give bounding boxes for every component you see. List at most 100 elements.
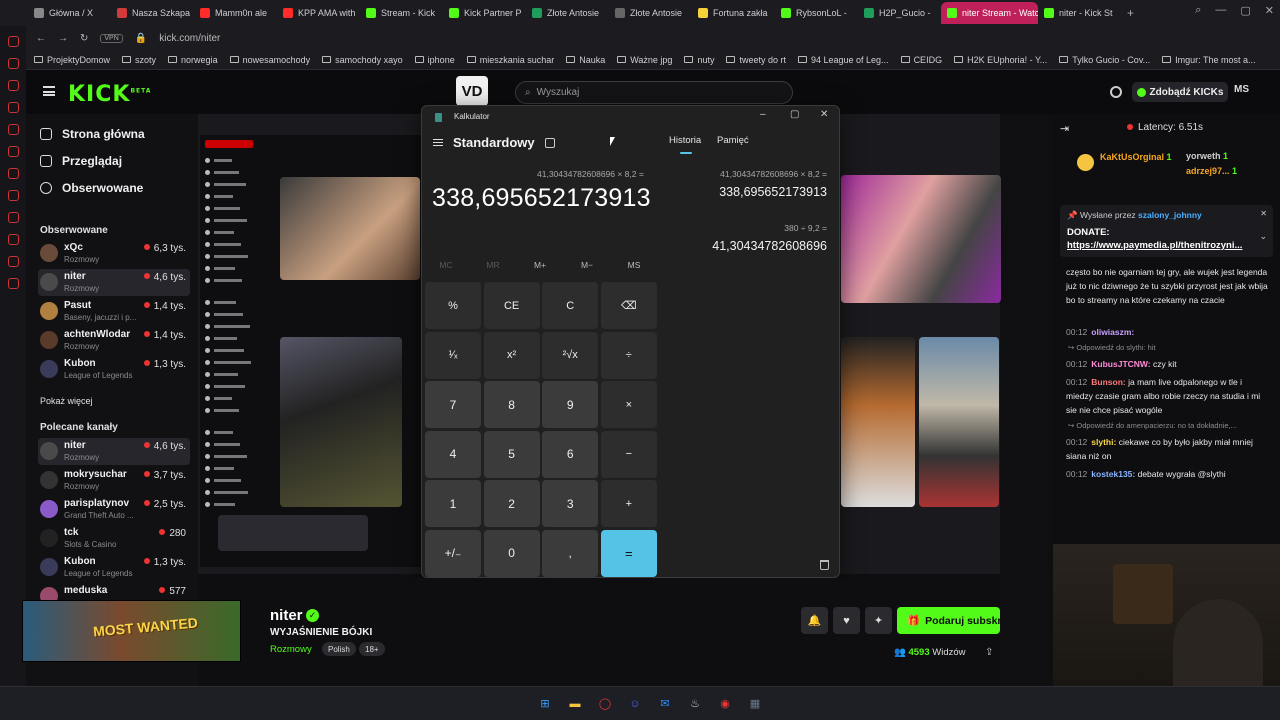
whatsapp-icon[interactable] — [7, 146, 19, 157]
bookmark[interactable]: H2K EUphoria! - Y... — [954, 55, 1047, 65]
expand-pinned-icon[interactable]: ⌄ — [1259, 231, 1267, 242]
bookmark[interactable]: ProjektyDomow — [34, 55, 110, 65]
tab-memory[interactable]: Pamięć — [717, 135, 749, 146]
back-icon[interactable]: ← — [36, 33, 46, 44]
clock-icon[interactable] — [7, 234, 19, 245]
channel-item[interactable]: Kubon League of Legends 1,3 tys. — [38, 356, 190, 383]
calc-key[interactable]: 8 — [483, 381, 540, 429]
show-more-link[interactable]: Pokaż więcej — [40, 396, 93, 406]
wallet-icon[interactable] — [7, 80, 19, 91]
music-icon[interactable] — [7, 212, 19, 223]
maximize-icon[interactable]: ▢ — [1240, 4, 1250, 17]
browser-tab[interactable]: Fortuna zakła — [692, 2, 775, 24]
gifter[interactable]: adrzej97... 1 — [1186, 166, 1237, 176]
explorer-icon[interactable]: ▬ — [565, 694, 585, 714]
browser-tab[interactable]: Mamm0n ale — [194, 2, 277, 24]
keep-on-top-icon[interactable] — [545, 138, 555, 148]
browser-tab[interactable]: niter - Kick St — [1038, 2, 1121, 24]
clip-button[interactable]: ✦ — [865, 607, 892, 634]
menu-icon[interactable] — [43, 86, 55, 96]
calc-key[interactable]: 1 — [425, 480, 481, 528]
settings-icon[interactable] — [7, 278, 19, 289]
calc-maximize-icon[interactable]: ▢ — [790, 109, 799, 120]
calc-key[interactable]: ¹⁄ₓ — [425, 331, 481, 379]
tag-language[interactable]: Polish — [322, 642, 356, 656]
calc-key[interactable]: ²√x — [542, 331, 599, 379]
browser-tab[interactable]: Stream - Kick — [360, 2, 443, 24]
browser-tab[interactable]: Nasza Szkapa — [111, 2, 194, 24]
forward-icon[interactable]: → — [58, 33, 68, 44]
chat-username[interactable]: Bunson: — [1091, 377, 1128, 387]
vd-extension-icon[interactable]: VD — [456, 76, 488, 106]
nav-home[interactable]: Strona główna — [40, 127, 145, 141]
channel-item[interactable]: parisplatynov Grand Theft Auto ... 2,5 tys… — [38, 496, 190, 523]
calc-key[interactable]: 5 — [483, 430, 540, 478]
bookmark[interactable]: Nauka — [566, 55, 605, 65]
x-icon[interactable] — [7, 36, 19, 47]
vpn-badge[interactable]: VPN — [100, 33, 123, 43]
bookmark[interactable]: iphone — [414, 55, 455, 65]
extensions-icon[interactable] — [7, 256, 19, 267]
stream-category[interactable]: Rozmowy — [270, 644, 312, 655]
share-icon[interactable]: ⇪ — [985, 647, 993, 658]
bookmark[interactable]: Tylko Gucio - Cov... — [1059, 55, 1150, 65]
telegram-icon[interactable] — [7, 124, 19, 135]
url-field[interactable]: kick.com/niter — [159, 33, 220, 44]
calc-menu-icon[interactable] — [433, 139, 443, 146]
search-tabs-icon[interactable]: ⌕ — [1195, 4, 1201, 17]
calc-key[interactable]: 4 — [425, 430, 481, 478]
messenger-icon[interactable] — [7, 102, 19, 113]
discord-icon[interactable]: ☺ — [625, 694, 645, 714]
gifter[interactable]: yorweth 1 — [1186, 151, 1228, 161]
calc-key[interactable]: 6 — [542, 430, 599, 478]
pinned-link[interactable]: https://www.paymedia.pl/thenitrozyni... — [1067, 240, 1242, 251]
bookmark[interactable]: samochody xayo — [322, 55, 403, 65]
gift-sub-button[interactable]: 🎁 Podaruj subskry — [897, 607, 1000, 634]
chat-username[interactable]: oliwiaszm: — [1091, 327, 1134, 337]
calc-key[interactable]: , — [542, 529, 599, 577]
calc-key[interactable]: x² — [483, 331, 540, 379]
channel-item[interactable]: Pasut Baseny, jacuzzi i p... 1,4 tys. — [38, 298, 190, 325]
history-entry[interactable]: 380 ÷ 9,2 = 41,30434782608696 — [712, 223, 827, 253]
chat-username[interactable]: kostek135: — [1091, 469, 1137, 479]
memory-button[interactable]: MS — [614, 260, 654, 270]
nav-browse[interactable]: Przeglądaj — [40, 154, 122, 168]
tag-age[interactable]: 18+ — [359, 642, 385, 656]
calc-key[interactable]: C — [542, 282, 599, 329]
user-avatar[interactable]: MS — [1234, 84, 1249, 95]
kick-logo[interactable]: KICKBETA — [68, 82, 151, 107]
browser-tab[interactable]: KPP AMA with — [277, 2, 360, 24]
browser-tab[interactable]: Główna / X — [28, 2, 111, 24]
pinned-by-user[interactable]: szalony_johnny — [1138, 210, 1202, 220]
channel-item[interactable]: achtenWlodar Rozmowy 1,4 tys. — [38, 327, 190, 354]
channel-item[interactable]: niter Rozmowy 4,6 tys. — [38, 269, 190, 296]
collapse-chat-icon[interactable]: ⇥ — [1060, 122, 1069, 135]
bookmark[interactable]: 94 League of Leg... — [797, 55, 889, 65]
calc-key[interactable]: − — [600, 430, 657, 478]
calc-key[interactable]: ⌫ — [600, 282, 657, 329]
channel-item[interactable]: Kubon League of Legends 1,3 tys. — [38, 554, 190, 581]
browser-tab[interactable]: H2P_Gucio - — [858, 2, 941, 24]
search-input[interactable]: ⌕ Wyszukaj — [515, 81, 793, 104]
calc-key[interactable]: + — [600, 480, 657, 528]
memory-button[interactable]: M+ — [520, 260, 560, 270]
channel-item[interactable]: mokrysuchar Rozmowy 3,7 tys. — [38, 467, 190, 494]
bookmark[interactable]: nowesamochody — [229, 55, 310, 65]
clear-history-icon[interactable] — [820, 560, 829, 570]
bookmark[interactable]: mieszkania suchar — [466, 55, 554, 65]
calc-key[interactable]: × — [600, 381, 657, 429]
bookmark[interactable]: Ważne jpg — [617, 55, 672, 65]
calc-key[interactable]: % — [425, 282, 481, 329]
chat-username[interactable]: KubusJTCNW: — [1091, 359, 1153, 369]
calc-key[interactable]: 2 — [483, 480, 540, 528]
notifications-bell-button[interactable]: 🔔 — [801, 607, 828, 634]
bookmark[interactable]: nuty — [684, 55, 714, 65]
calc-key[interactable]: ÷ — [600, 331, 657, 379]
browser-tab[interactable]: Złote Antosie — [526, 2, 609, 24]
unpin-icon[interactable]: ✕ — [1260, 209, 1267, 218]
calc-minimize-icon[interactable]: – — [760, 109, 766, 120]
calc-key[interactable]: CE — [483, 282, 540, 329]
streamer-name[interactable]: niter — [270, 607, 303, 624]
chat-username[interactable]: slythi: — [1091, 437, 1118, 447]
edge-red-icon[interactable]: ◉ — [715, 694, 735, 714]
